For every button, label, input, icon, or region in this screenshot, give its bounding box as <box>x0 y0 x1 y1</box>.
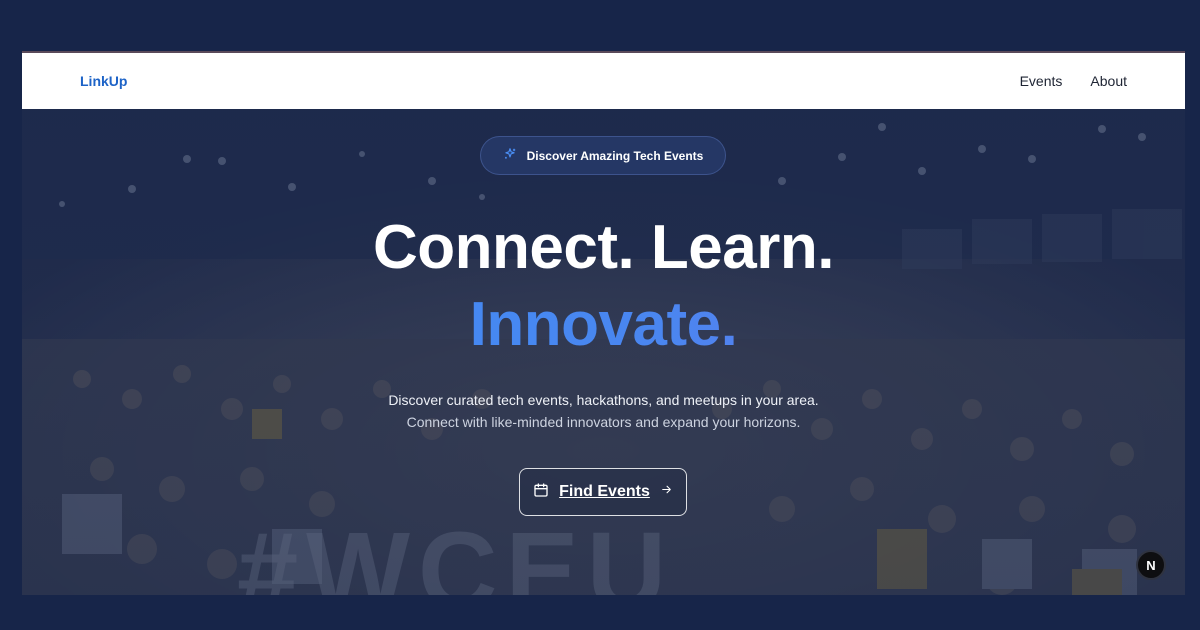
hero-headline-line2: Innovate. <box>22 289 1185 360</box>
framework-indicator-button[interactable]: N <box>1136 550 1166 580</box>
hero-section: #WCEU Discover Amazing Tech Events Conne… <box>22 109 1185 595</box>
arrow-right-icon <box>660 483 673 501</box>
browser-viewport: LinkUp Events About Discover Amazing Tec… <box>22 51 1185 595</box>
nav-link-about[interactable]: About <box>1090 73 1127 89</box>
hero-badge: Discover Amazing Tech Events <box>480 136 726 175</box>
top-navbar: LinkUp Events About <box>22 53 1185 109</box>
hero-badge-text: Discover Amazing Tech Events <box>526 148 704 163</box>
calendar-icon <box>533 482 549 503</box>
hero-subtitle-line1: Discover curated tech events, hackathons… <box>388 392 819 408</box>
brand-logo-link[interactable]: LinkUp <box>80 73 127 89</box>
nav-links: Events About <box>1020 73 1127 89</box>
hero-headline-line1: Connect. Learn. <box>372 213 835 282</box>
find-events-label: Find Events <box>559 483 650 500</box>
find-events-button[interactable]: Find Events <box>519 468 687 516</box>
sparkles-icon <box>503 147 517 164</box>
nav-link-events[interactable]: Events <box>1020 73 1063 89</box>
hero-subtitle-line2: Connect with like-minded innovators and … <box>406 414 801 430</box>
